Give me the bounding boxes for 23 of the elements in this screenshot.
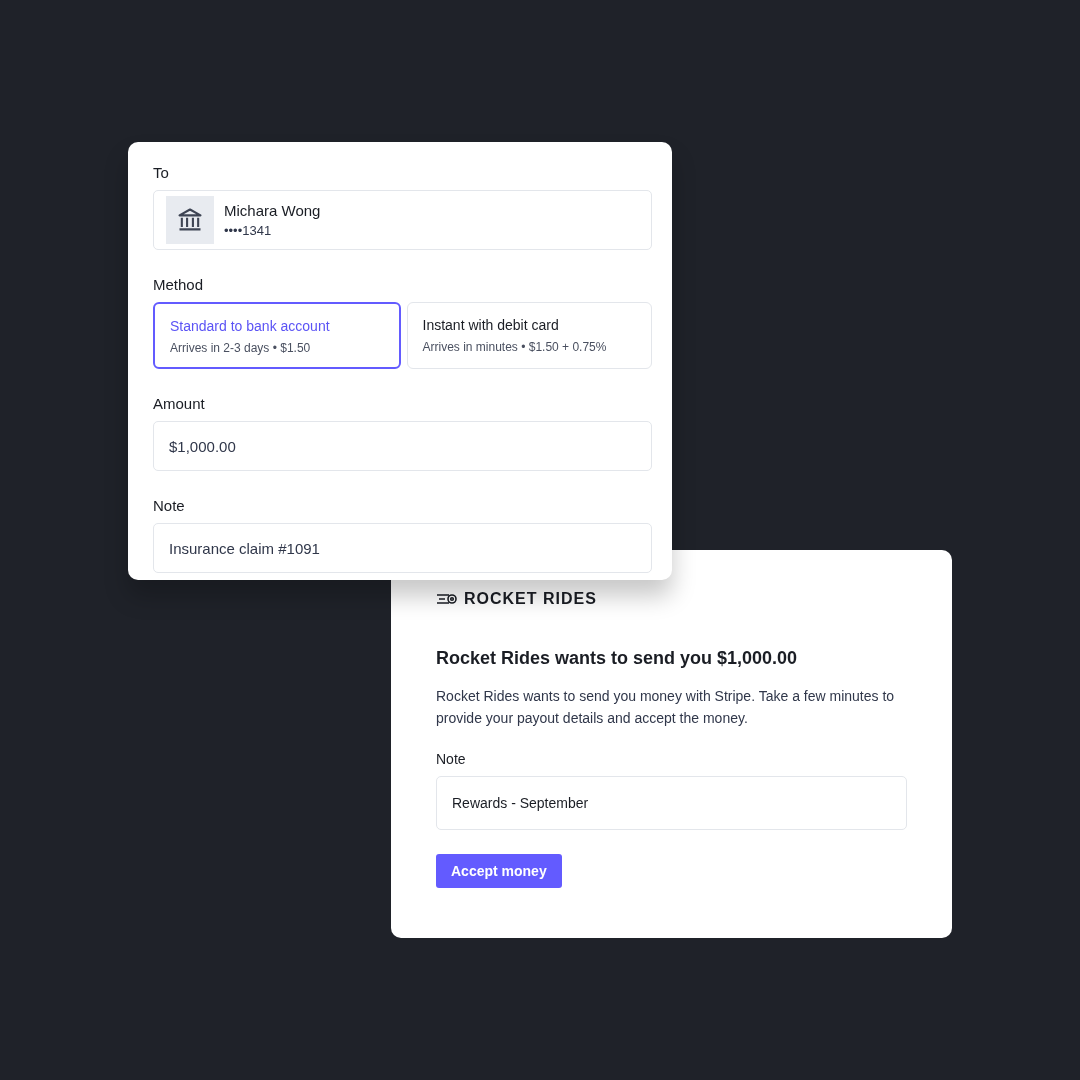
method-option[interactable]: Instant with debit card Arrives in minutes • $1.50 + 0.75% [406,302,652,369]
note-field[interactable]: Insurance claim #1091 [153,523,652,573]
method-title: Standard to bank account [170,318,331,334]
rocket-logo-icon [436,593,458,605]
accept-money-button[interactable]: Accept money [436,854,562,888]
method-option[interactable]: Standard to bank account Arrives in 2-3 days • $1.50 [153,302,401,369]
method-detail: Arrives in 2-3 days • $1.50 [170,341,312,355]
to-label: To [153,164,170,181]
note-field[interactable]: Rewards - September [436,776,907,830]
recipient-field[interactable]: Michara Wong ••••1341 [153,190,652,250]
method-title: Instant with debit card [422,317,560,333]
note-label: Note [153,497,186,514]
body-text: Rocket Rides wants to send you money with Stripe. Take a few minutes to provide your payout details and accept the money. [436,687,896,728]
heading: Rocket Rides wants to send you $1,000.00 [436,648,799,669]
method-detail: Arrives in minutes • $1.50 + 0.75% [422,340,608,354]
account-number: ••••1341 [224,223,273,238]
recipient-name: Michara Wong [224,202,321,219]
amount-label: Amount [153,395,206,412]
brand-name: ROCKET RIDES [464,590,597,608]
amount-field[interactable]: $1,000.00 [153,421,652,471]
bank-icon [166,196,214,244]
note-label: Note [436,751,467,767]
method-label: Method [153,276,205,293]
